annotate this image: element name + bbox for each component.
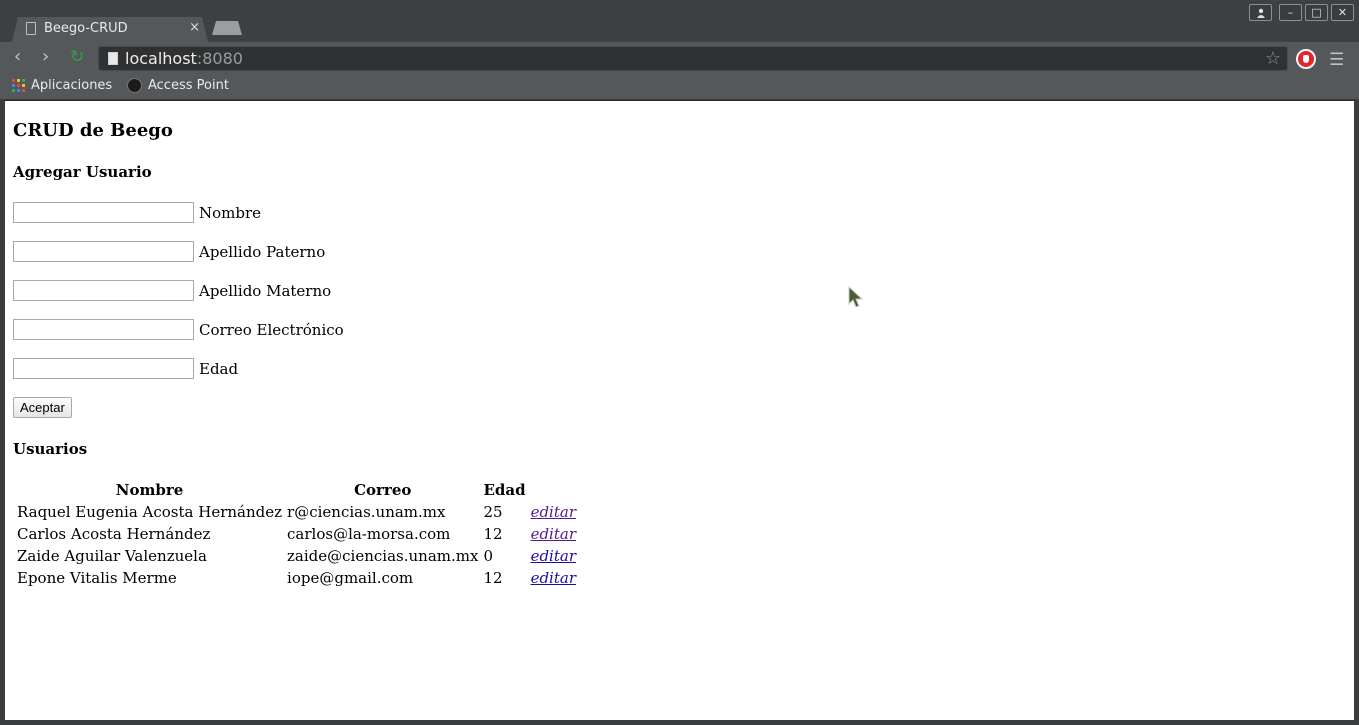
nombre-label: Nombre	[199, 203, 262, 222]
stop-hand-extension-icon[interactable]	[1296, 49, 1316, 69]
form-row-edad: Edad	[13, 358, 238, 379]
table-row: Epone Vitalis Merme iope@gmail.com 12 ed…	[16, 567, 577, 589]
cell-age: 25	[483, 503, 503, 521]
form-row-nombre: Nombre	[13, 202, 261, 223]
table-header-row: Nombre Correo Edad	[16, 479, 577, 501]
column-header-correo: Correo	[354, 481, 412, 499]
cell-name: Raquel Eugenia Acosta Hernández	[17, 503, 283, 521]
edit-link[interactable]: editar	[531, 503, 576, 521]
bookmark-apps[interactable]: Aplicaciones	[12, 78, 112, 93]
bookmark-star-icon[interactable]: ☆	[1265, 48, 1281, 69]
minimize-button[interactable]: –	[1279, 4, 1302, 21]
table-row: Raquel Eugenia Acosta Hernández r@cienci…	[16, 501, 577, 523]
form-row-apellido-materno: Apellido Materno	[13, 280, 331, 301]
user-profile-icon[interactable]	[1249, 4, 1272, 21]
menu-icon[interactable]: ☰	[1329, 50, 1344, 70]
apellido-materno-input[interactable]	[13, 280, 194, 301]
url-text: localhost:8080	[125, 49, 243, 68]
table-row: Carlos Acosta Hernández carlos@la-morsa.…	[16, 523, 577, 545]
column-header-action	[530, 479, 577, 501]
new-tab-button[interactable]	[212, 21, 242, 35]
form-row-apellido-paterno: Apellido Paterno	[13, 241, 325, 262]
bookmark-label: Access Point	[148, 78, 229, 93]
cell-email: zaide@ciencias.unam.mx	[287, 547, 479, 565]
github-icon	[127, 78, 142, 93]
add-user-heading: Agregar Usuario	[13, 163, 152, 181]
browser-titlebar: Beego-CRUD × – □ ✕	[0, 0, 1359, 42]
document-icon	[26, 22, 36, 35]
column-header-nombre: Nombre	[115, 481, 184, 499]
form-row-correo: Correo Electrónico	[13, 319, 344, 340]
cell-action: editar	[530, 545, 577, 567]
tab-close-icon[interactable]: ×	[189, 20, 200, 35]
page-viewport: CRUD de Beego Agregar Usuario Nombre Ape…	[5, 100, 1354, 720]
column-header-edad: Edad	[483, 481, 526, 499]
edad-label: Edad	[199, 359, 239, 378]
edad-input[interactable]	[13, 358, 194, 379]
apellido-materno-label: Apellido Materno	[199, 281, 332, 300]
correo-label: Correo Electrónico	[199, 320, 344, 339]
cell-email: r@ciencias.unam.mx	[287, 503, 446, 521]
cell-name: Zaide Aguilar Valenzuela	[17, 547, 207, 565]
accept-button[interactable]: Aceptar	[13, 397, 72, 418]
bookmarks-bar: Aplicaciones Access Point	[0, 74, 1359, 99]
apellido-paterno-input[interactable]	[13, 241, 194, 262]
cell-name: Carlos Acosta Hernández	[17, 525, 211, 543]
page-title: CRUD de Beego	[13, 120, 173, 141]
close-window-button[interactable]: ✕	[1331, 4, 1354, 21]
apellido-paterno-label: Apellido Paterno	[199, 242, 326, 261]
edit-link[interactable]: editar	[531, 525, 576, 543]
users-heading: Usuarios	[13, 440, 88, 458]
apps-grid-icon	[12, 79, 25, 92]
cell-action: editar	[530, 523, 577, 545]
nombre-input[interactable]	[13, 202, 194, 223]
cell-email: carlos@la-morsa.com	[287, 525, 451, 543]
users-table: Nombre Correo Edad Raquel Eugenia Acosta…	[13, 479, 580, 589]
table-row: Zaide Aguilar Valenzuela zaide@ciencias.…	[16, 545, 577, 567]
url-port: :8080	[196, 49, 243, 68]
correo-input[interactable]	[13, 319, 194, 340]
cell-age: 12	[483, 569, 503, 587]
cell-action: editar	[530, 501, 577, 523]
cell-email: iope@gmail.com	[287, 569, 414, 587]
bookmark-label: Aplicaciones	[31, 78, 113, 93]
cell-age: 0	[483, 547, 493, 565]
browser-toolbar: ‹ › ↻ localhost:8080 ☆	[0, 42, 1359, 74]
bookmark-access-point[interactable]: Access Point	[127, 78, 229, 93]
cell-age: 12	[483, 525, 503, 543]
maximize-button[interactable]: □	[1305, 4, 1328, 21]
edit-link[interactable]: editar	[531, 569, 576, 587]
page-icon	[108, 52, 118, 65]
browser-tab[interactable]: Beego-CRUD ×	[12, 17, 208, 42]
edit-link[interactable]: editar	[531, 547, 576, 565]
url-host: localhost	[125, 49, 197, 68]
tab-title: Beego-CRUD	[44, 21, 128, 36]
cell-action: editar	[530, 567, 577, 589]
back-arrow-icon[interactable]: ‹	[14, 48, 21, 66]
address-bar[interactable]: localhost:8080 ☆	[98, 46, 1288, 71]
forward-arrow-icon[interactable]: ›	[42, 48, 49, 66]
cell-name: Epone Vitalis Merme	[17, 569, 177, 587]
reload-icon[interactable]: ↻	[70, 48, 84, 66]
